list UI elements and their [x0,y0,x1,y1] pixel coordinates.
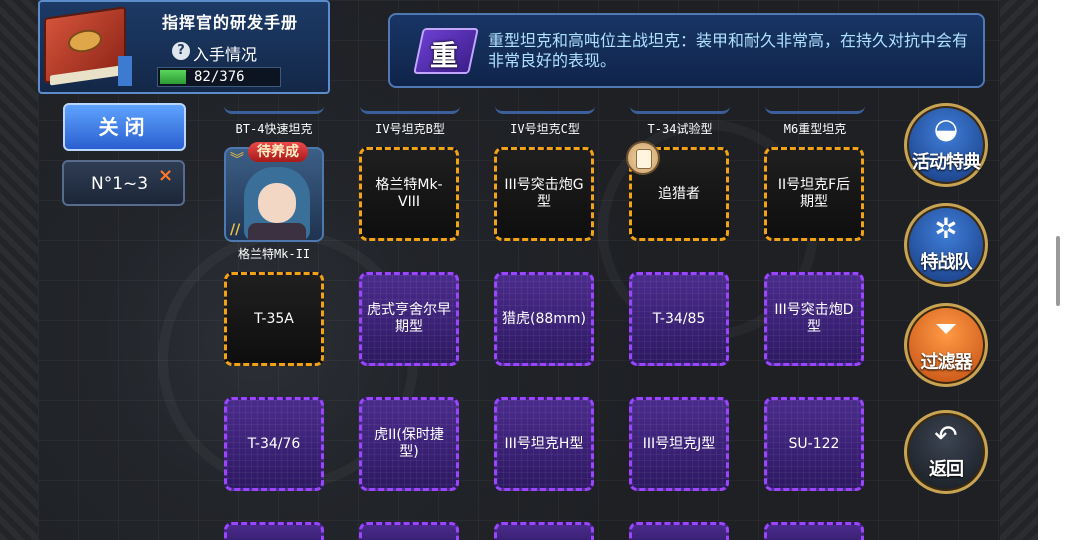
event-button-label: 活动特典 [912,152,981,173]
tank-card-partial[interactable] [764,522,864,540]
progress-fill [160,70,187,84]
tank-card[interactable]: III号突击炮G型 [494,147,594,241]
bookmark-ribbon [118,56,132,86]
tank-name-label: M6重型坦克 [783,122,847,136]
tank-card-partial[interactable] [629,522,729,540]
crosshair-icon: ✲ [934,212,958,245]
progress-count: 82/376 [194,69,245,85]
tank-name-label: IV号坦克B型 [375,122,445,136]
collection-progress-bar: 82/376 [157,67,281,87]
tank-card[interactable]: 猎虎(88mm) [494,272,594,366]
tank-card[interactable]: III号突击炮D型 [764,272,864,366]
tank-card-partial[interactable] [494,522,594,540]
squad-button-label: 特战队 [920,252,973,273]
tank-card[interactable]: SU-122 [764,397,864,491]
obtained-label: 入手情况 [193,45,258,64]
event-button[interactable]: ◒ 活动特典 [904,103,988,187]
page-title: 指挥官的研发手册 [162,13,299,32]
list-item-top-edge [360,100,460,114]
character-face [258,183,296,223]
squad-button[interactable]: ✲ 特战队 [904,203,988,287]
tank-name-label: T-34试验型 [647,122,713,136]
return-arrow-icon: ↶ [934,419,958,452]
heavy-class-badge: 重 [413,28,479,74]
rank-stripes-icon: // [230,222,241,238]
filter-button-label: 过滤器 [920,352,973,373]
tank-card[interactable]: T-34/76 [224,397,324,491]
badge-glyph: 重 [430,39,459,72]
tank-card[interactable]: T-35A [224,272,324,366]
list-item-top-edge [630,100,730,114]
tank-card[interactable]: 虎式亨舍尔早期型 [359,272,459,366]
character-body [248,223,306,240]
outfit-icon [626,141,660,175]
tank-emblem-icon: ◒ [933,112,959,145]
tank-card[interactable]: T-34/85 [629,272,729,366]
help-icon[interactable]: ? [172,42,190,60]
tank-card[interactable]: II号坦克F后期型 [764,147,864,241]
right-border-decoration [1000,0,1038,540]
filter-chip-label: N°1~3 [91,174,149,194]
pending-status-badge: 待养成 [248,142,308,162]
filter-button[interactable]: ⏷ 过滤器 [904,303,988,387]
tank-name-label: BT-4快速坦克 [235,122,313,136]
list-item-top-edge [495,100,595,114]
list-item-top-edge [224,100,324,114]
tank-name-label: IV号坦克C型 [510,122,580,136]
back-button-label: 返回 [929,459,964,480]
handbook-book-icon [40,6,136,86]
tank-card-partial[interactable] [359,522,459,540]
clear-filter-icon[interactable]: × [158,165,173,186]
class-description: 重型坦克和高吨位主战坦克：装甲和耐久非常高，在持久对抗中会有非常良好的表现。 [488,31,969,70]
left-border-decoration [0,0,38,540]
tank-card[interactable]: III号坦克H型 [494,397,594,491]
tank-card-partial[interactable] [224,522,324,540]
chevron-rank-icon: ︾ [230,152,244,168]
list-item-top-edge [765,100,865,114]
funnel-icon: ⏷ [934,312,958,345]
tank-card[interactable]: III号坦克J型 [629,397,729,491]
close-button[interactable]: 关闭 [63,103,186,151]
tank-card[interactable]: 格兰特Mk-VIII [359,147,459,241]
back-button[interactable]: ↶ 返回 [904,410,988,494]
character-name: 格兰特Mk-II [237,247,311,261]
scrollbar-thumb[interactable] [1056,236,1060,306]
tank-card[interactable]: 虎II(保时捷型) [359,397,459,491]
